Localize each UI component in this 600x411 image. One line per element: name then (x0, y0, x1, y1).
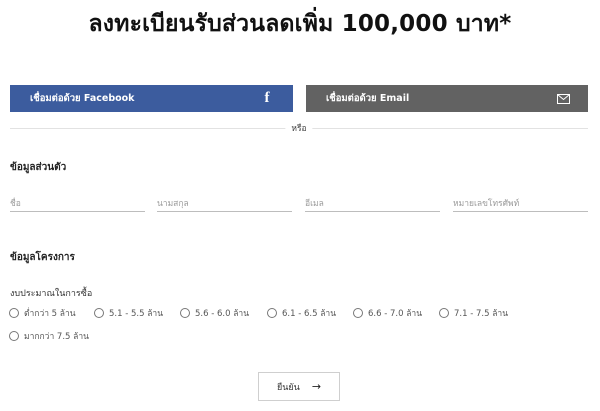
email-connect-button[interactable]: เชื่อมต่อด้วย Email (306, 85, 588, 112)
radio-circle[interactable] (9, 308, 19, 318)
budget-label: งบประมาณในการซื้อ (10, 289, 93, 299)
budget-option-label: 5.6 - 6.0 ล้าน (195, 309, 250, 319)
envelope-icon (557, 93, 570, 104)
radio-circle[interactable] (94, 308, 104, 318)
budget-option-over-7-5m[interactable]: มากกว่า 7.5 ล้าน (9, 329, 89, 343)
budget-option-under-5m[interactable]: ต่ำกว่า 5 ล้าน (9, 306, 76, 320)
page-headline: ลงทะเบียนรับส่วนลดเพิ่ม 100,000 บาท* (88, 11, 512, 37)
budget-option-7-1-7-5m[interactable]: 7.1 - 7.5 ล้าน (439, 306, 508, 320)
first-name-input[interactable] (10, 195, 145, 213)
facebook-connect-button[interactable]: เชื่อมต่อด้วย Facebook f (10, 85, 293, 112)
budget-option-5-1-5-5m[interactable]: 5.1 - 5.5 ล้าน (94, 306, 163, 320)
budget-option-label: 6.6 - 7.0 ล้าน (368, 309, 423, 319)
last-name-field[interactable] (157, 191, 292, 213)
email-connect-label: เชื่อมต่อด้วย Email (326, 93, 410, 104)
personal-info-heading: ข้อมูลส่วนตัว (10, 162, 67, 173)
phone-input[interactable] (453, 195, 588, 213)
budget-option-label: 6.1 - 6.5 ล้าน (282, 309, 337, 319)
arrow-right-icon: → (311, 380, 322, 393)
budget-option-label: ต่ำกว่า 5 ล้าน (24, 309, 76, 319)
budget-option-6-1-6-5m[interactable]: 6.1 - 6.5 ล้าน (267, 306, 336, 320)
project-info-heading: ข้อมูลโครงการ (10, 252, 75, 263)
budget-option-label: 7.1 - 7.5 ล้าน (454, 309, 509, 319)
email-input[interactable] (305, 195, 440, 213)
radio-circle[interactable] (267, 308, 277, 318)
radio-circle[interactable] (180, 308, 190, 318)
last-name-input[interactable] (157, 195, 292, 213)
budget-option-6-6-7-0m[interactable]: 6.6 - 7.0 ล้าน (353, 306, 422, 320)
radio-circle[interactable] (353, 308, 363, 318)
or-divider: หรือ (10, 121, 588, 135)
budget-option-5-6-6-0m[interactable]: 5.6 - 6.0 ล้าน (180, 306, 249, 320)
phone-field[interactable] (453, 191, 588, 213)
or-text: หรือ (285, 121, 313, 135)
submit-button[interactable]: ยืนยัน → (258, 372, 340, 401)
first-name-field[interactable] (10, 191, 145, 213)
budget-option-label: 5.1 - 5.5 ล้าน (109, 309, 164, 319)
radio-circle[interactable] (9, 331, 19, 341)
submit-label: ยืนยัน (276, 382, 300, 393)
budget-option-label: มากกว่า 7.5 ล้าน (24, 332, 89, 342)
email-field[interactable] (305, 191, 440, 213)
facebook-connect-label: เชื่อมต่อด้วย Facebook (30, 93, 135, 104)
radio-circle[interactable] (439, 308, 449, 318)
facebook-icon: f (264, 90, 270, 106)
